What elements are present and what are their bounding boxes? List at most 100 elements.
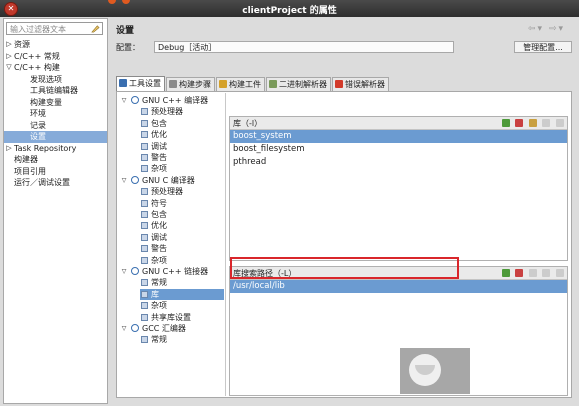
- tool-option[interactable]: 杂项: [118, 300, 167, 311]
- move-down-icon[interactable]: [556, 119, 564, 127]
- splitter[interactable]: [225, 93, 226, 396]
- libraries-toolbar: [499, 119, 564, 127]
- add-icon[interactable]: [501, 119, 510, 127]
- tab-icon: [169, 80, 177, 88]
- nav-item-label: 设置: [30, 132, 46, 141]
- expand-arrow-icon[interactable]: ▽: [120, 323, 128, 334]
- filter-input[interactable]: 输入过滤器文本: [6, 22, 103, 35]
- nav-item[interactable]: ▷ Task Repository: [4, 143, 107, 155]
- option-icon: [141, 290, 148, 298]
- nav-item[interactable]: 记录: [4, 120, 107, 132]
- nav-item[interactable]: 构建器: [4, 154, 107, 166]
- tool-option[interactable]: 调试: [118, 141, 167, 152]
- expand-arrow-icon[interactable]: ▽: [120, 266, 128, 277]
- tool-option[interactable]: 杂项: [118, 255, 167, 266]
- nav-item[interactable]: 发现选项: [4, 74, 107, 86]
- expand-arrow-icon[interactable]: ▽: [120, 175, 128, 186]
- list-item[interactable]: pthread: [230, 156, 567, 169]
- forward-icon[interactable]: ⇨▾: [549, 24, 565, 34]
- expand-arrow-icon[interactable]: ▽: [120, 95, 128, 106]
- nav-item[interactable]: ▷ C/C++ 常规: [4, 51, 107, 63]
- nav-item[interactable]: 设置: [4, 131, 107, 143]
- nav-item-label: 构建器: [14, 155, 38, 164]
- tool-group[interactable]: ▽ GNU C++ 编译器: [118, 95, 224, 106]
- settings-tabs: 工具设置 构建步骤 构建工件 二进制解析器 错误解析器: [116, 76, 390, 91]
- filter-placeholder: 输入过滤器文本: [10, 25, 66, 34]
- library-paths-list: /usr/local/lib: [230, 280, 567, 293]
- expander-icon[interactable]: ▷: [5, 143, 13, 155]
- tool-option[interactable]: 包含: [118, 118, 167, 129]
- library-paths-panel: 库搜索路径（-L） /usr/local/lib: [229, 266, 568, 396]
- option-icon: [141, 245, 148, 253]
- list-item[interactable]: boost_system: [230, 130, 567, 143]
- expander-icon[interactable]: ▽: [5, 62, 13, 74]
- list-item[interactable]: boost_filesystem: [230, 143, 567, 156]
- option-icon: [141, 165, 148, 173]
- list-item[interactable]: /usr/local/lib: [230, 280, 567, 293]
- tab-item[interactable]: 二进制解析器: [266, 77, 331, 91]
- nav-item[interactable]: 项目引用: [4, 166, 107, 178]
- watermark-logo: [400, 348, 470, 394]
- option-icon: [141, 336, 148, 344]
- tab-label: 工具设置: [129, 79, 161, 88]
- libraries-panel-header: 库（-l）: [230, 117, 567, 130]
- tab-label: 构建步骤: [179, 80, 211, 89]
- libraries-list: boost_system boost_filesystem pthread: [230, 130, 567, 169]
- add-icon[interactable]: [501, 269, 510, 277]
- back-icon[interactable]: ⇦▾: [528, 24, 544, 34]
- move-up-icon[interactable]: [542, 269, 551, 277]
- clear-filter-icon[interactable]: [91, 24, 100, 33]
- nav-item-label: 运行／调试设置: [14, 178, 70, 187]
- tool-option[interactable]: 库: [140, 288, 224, 301]
- tool-group[interactable]: ▽ GCC 汇编器: [118, 323, 224, 334]
- tool-option[interactable]: 共享库设置: [118, 312, 191, 323]
- nav-item-label: Task Repository: [14, 143, 77, 153]
- nav-item[interactable]: 环境: [4, 108, 107, 120]
- manage-configurations-button[interactable]: 管理配置...: [514, 41, 572, 53]
- tab-label: 二进制解析器: [279, 80, 327, 89]
- nav-item-label: 环境: [30, 109, 46, 118]
- tool-option[interactable]: 优化: [118, 129, 167, 140]
- tool-group[interactable]: ▽ GNU C++ 链接器: [118, 266, 224, 277]
- settings-page: 设置 ⇦▾ ⇨▾ 配置： Debug［活动］ 管理配置... 工具设置 构建步骤 构…: [108, 18, 579, 406]
- nav-item[interactable]: 运行／调试设置: [4, 177, 107, 189]
- edit-icon[interactable]: [528, 269, 537, 277]
- libraries-panel: 库（-l） boost_system boost_filesystem pthrea…: [229, 116, 568, 261]
- tool-option[interactable]: 预处理器: [118, 186, 183, 197]
- tab-item[interactable]: 错误解析器: [332, 77, 389, 91]
- tool-option[interactable]: 常规: [118, 277, 167, 288]
- move-down-icon[interactable]: [556, 269, 564, 277]
- tool-option[interactable]: 杂项: [118, 163, 167, 174]
- edit-icon[interactable]: [528, 119, 537, 127]
- nav-item[interactable]: 构建变量: [4, 97, 107, 109]
- tool-group[interactable]: ▽ GNU C 编译器: [118, 175, 224, 186]
- nav-item[interactable]: ▷ 资源: [4, 39, 107, 51]
- move-up-icon[interactable]: [542, 119, 551, 127]
- delete-icon[interactable]: [515, 119, 524, 127]
- tool-option[interactable]: 调试: [118, 232, 167, 243]
- tab-item[interactable]: 构建工件: [216, 77, 265, 91]
- option-icon: [141, 108, 148, 116]
- expander-icon[interactable]: ▷: [5, 39, 13, 51]
- expander-icon[interactable]: ▷: [5, 51, 13, 63]
- option-icon: [141, 211, 148, 218]
- library-paths-toolbar: [499, 269, 564, 277]
- tab-item[interactable]: 构建步骤: [166, 77, 215, 91]
- nav-item-label: 项目引用: [14, 166, 46, 176]
- tool-option[interactable]: 警告: [118, 243, 167, 254]
- nav-item[interactable]: ▽ C/C++ 构建: [4, 62, 107, 74]
- gear-icon: [131, 175, 139, 184]
- nav-item[interactable]: 工具链编辑器: [4, 85, 107, 97]
- tool-option[interactable]: 优化: [118, 220, 167, 231]
- tool-option[interactable]: 常规: [118, 334, 167, 345]
- tool-option[interactable]: 预处理器: [118, 106, 183, 117]
- tool-option[interactable]: 警告: [118, 152, 167, 163]
- nav-item-label: 工具链编辑器: [30, 86, 78, 95]
- page-title: 设置: [116, 26, 135, 36]
- tool-option[interactable]: 包含: [118, 209, 167, 220]
- option-icon: [141, 131, 148, 139]
- delete-icon[interactable]: [515, 269, 524, 277]
- configuration-select[interactable]: Debug［活动］: [154, 41, 454, 53]
- tool-option[interactable]: 符号: [118, 198, 167, 209]
- tab-item[interactable]: 工具设置: [116, 76, 165, 91]
